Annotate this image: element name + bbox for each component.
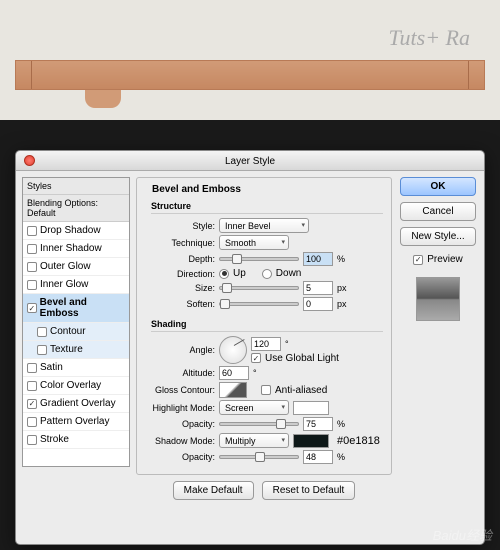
style-bevel-emboss[interactable]: Bevel and Emboss [23,294,129,323]
styles-list: Styles Blending Options: Default Drop Sh… [22,177,130,467]
reset-default-button[interactable]: Reset to Default [262,481,356,500]
background-title: Tuts+ Ra [389,25,470,51]
styles-column: Styles Blending Options: Default Drop Sh… [22,177,130,538]
depth-input[interactable]: 100 [303,252,333,266]
style-satin[interactable]: Satin [23,359,129,377]
highlight-color-swatch[interactable] [293,401,329,415]
style-inner-shadow[interactable]: Inner Shadow [23,240,129,258]
shadow-mode-select[interactable]: Multiply [219,433,289,448]
altitude-input[interactable]: 60 [219,366,249,380]
styles-header[interactable]: Styles [23,178,129,195]
anti-alias-checkbox[interactable] [261,385,271,395]
style-outer-glow[interactable]: Outer Glow [23,258,129,276]
blending-options-header[interactable]: Blending Options: Default [23,195,129,222]
bevel-fieldset: Bevel and Emboss Structure Style:Inner B… [136,177,392,475]
checkbox-icon[interactable] [37,345,47,355]
checkbox-icon[interactable] [27,417,37,427]
preview-checkbox[interactable] [413,255,423,265]
settings-column: Bevel and Emboss Structure Style:Inner B… [136,177,392,538]
shadow-opacity-slider[interactable] [219,455,299,459]
ok-button[interactable]: OK [400,177,476,196]
style-drop-shadow[interactable]: Drop Shadow [23,222,129,240]
size-slider[interactable] [219,286,299,290]
highlight-opacity-input[interactable]: 75 [303,417,333,431]
shadow-opacity-input[interactable]: 48 [303,450,333,464]
soften-input[interactable]: 0 [303,297,333,311]
style-gradient-overlay[interactable]: Gradient Overlay [23,395,129,413]
style-color-overlay[interactable]: Color Overlay [23,377,129,395]
shading-legend: Shading [151,319,383,332]
gloss-contour-swatch[interactable] [219,382,247,398]
global-light-checkbox[interactable] [251,353,261,363]
close-icon[interactable] [24,155,35,166]
style-texture[interactable]: Texture [23,341,129,359]
shadow-hex-label: #0e1818 [337,435,380,447]
style-select[interactable]: Inner Bevel [219,218,309,233]
checkbox-icon[interactable] [27,280,37,290]
direction-up-radio[interactable] [219,269,229,279]
highlight-opacity-slider[interactable] [219,422,299,426]
shadow-color-swatch[interactable] [293,434,329,448]
soften-slider[interactable] [219,302,299,306]
checkbox-icon[interactable] [27,363,37,373]
dialog-title: Layer Style [225,156,275,167]
cancel-button[interactable]: Cancel [400,202,476,221]
checkbox-icon[interactable] [27,244,37,254]
direction-down-radio[interactable] [262,269,272,279]
highlight-mode-select[interactable]: Screen [219,400,289,415]
bevel-legend: Bevel and Emboss [149,184,244,195]
checkbox-icon[interactable] [27,381,37,391]
checkbox-icon[interactable] [27,435,37,445]
checkbox-icon[interactable] [27,226,37,236]
preview-swatch [416,277,460,321]
angle-wheel[interactable] [219,336,247,364]
checkbox-icon[interactable] [27,303,37,313]
structure-legend: Structure [151,201,383,214]
background-canvas: Tuts+ Ra [0,0,500,120]
depth-slider[interactable] [219,257,299,261]
watermark: Baidu经验 [433,525,492,544]
wood-foot [85,90,121,108]
style-inner-glow[interactable]: Inner Glow [23,276,129,294]
checkbox-icon[interactable] [27,399,37,409]
dialog-titlebar[interactable]: Layer Style [16,151,484,171]
checkbox-icon[interactable] [27,262,37,272]
style-stroke[interactable]: Stroke [23,431,129,449]
style-contour[interactable]: Contour [23,323,129,341]
checkbox-icon[interactable] [37,327,47,337]
angle-input[interactable]: 120 [251,337,281,351]
wood-frame [15,60,485,90]
new-style-button[interactable]: New Style... [400,227,476,246]
style-pattern-overlay[interactable]: Pattern Overlay [23,413,129,431]
make-default-button[interactable]: Make Default [173,481,254,500]
action-column: OK Cancel New Style... Preview [398,177,478,538]
size-input[interactable]: 5 [303,281,333,295]
layer-style-dialog: Layer Style Styles Blending Options: Def… [15,150,485,545]
technique-select[interactable]: Smooth [219,235,289,250]
